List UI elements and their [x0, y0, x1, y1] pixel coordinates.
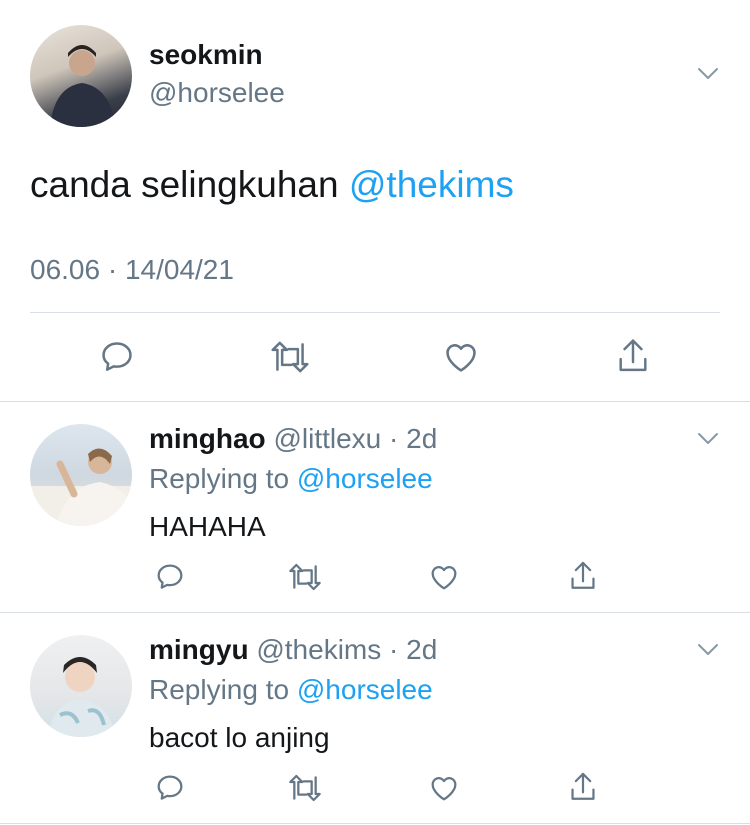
retweet-button[interactable]	[268, 337, 312, 377]
reply-header: mingyu @thekims · 2d	[149, 634, 437, 666]
reply-button[interactable]	[152, 770, 188, 806]
replying-to: Replying to @horselee	[149, 674, 433, 706]
divider	[30, 312, 720, 313]
like-button[interactable]	[441, 337, 481, 377]
tweet-text: canda selingkuhan @thekims	[30, 164, 514, 206]
replying-label: Replying to	[149, 463, 297, 494]
reply-header: minghao @littlexu · 2d	[149, 423, 437, 455]
reply-button[interactable]	[152, 559, 188, 595]
avatar[interactable]	[30, 25, 132, 127]
like-button[interactable]	[426, 770, 462, 806]
mention-link[interactable]: @horselee	[297, 463, 433, 494]
chevron-down-icon[interactable]	[697, 643, 719, 657]
retweet-icon	[268, 338, 312, 376]
chevron-down-icon[interactable]	[697, 432, 719, 446]
display-name[interactable]: minghao	[149, 423, 266, 454]
user-handle[interactable]: @thekims	[256, 634, 381, 665]
display-name[interactable]: mingyu	[149, 634, 249, 665]
like-button[interactable]	[426, 559, 462, 595]
like-icon	[428, 561, 460, 593]
reply-tweet[interactable]: minghao @littlexu · 2d Replying to @hors…	[0, 402, 750, 612]
reply-text: HAHAHA	[149, 511, 266, 542]
retweet-icon	[286, 772, 324, 804]
chevron-down-icon[interactable]	[697, 67, 719, 81]
mention-link[interactable]: @horselee	[297, 674, 433, 705]
retweet-icon	[286, 561, 324, 593]
share-icon	[614, 336, 652, 376]
reply-icon	[98, 338, 136, 376]
share-button[interactable]	[565, 768, 601, 806]
main-tweet: seokmin @horselee canda selingkuhan @the…	[0, 0, 750, 402]
share-icon	[567, 770, 599, 804]
replying-label: Replying to	[149, 674, 297, 705]
like-icon	[442, 338, 480, 376]
share-icon	[567, 559, 599, 593]
retweet-button[interactable]	[285, 770, 325, 806]
avatar[interactable]	[30, 635, 132, 737]
user-handle[interactable]: @littlexu	[273, 423, 381, 454]
reply-tweet[interactable]: mingyu @thekims · 2d Replying to @horsel…	[0, 613, 750, 825]
share-button[interactable]	[613, 335, 653, 377]
user-handle[interactable]: @horselee	[149, 77, 285, 109]
display-name[interactable]: seokmin	[149, 39, 263, 71]
reply-time: · 2d	[381, 423, 438, 454]
share-button[interactable]	[565, 557, 601, 595]
reply-text: bacot lo anjing	[149, 722, 330, 753]
reply-button[interactable]	[97, 337, 137, 377]
divider	[0, 823, 750, 824]
tweet-body: canda selingkuhan	[30, 164, 349, 205]
mention-link[interactable]: @thekims	[349, 164, 514, 205]
tweet-timestamp: 06.06 · 14/04/21	[30, 254, 234, 285]
replying-to: Replying to @horselee	[149, 463, 433, 495]
reply-time: · 2d	[381, 634, 438, 665]
reply-icon	[154, 561, 186, 593]
retweet-button[interactable]	[285, 559, 325, 595]
avatar[interactable]	[30, 424, 132, 526]
reply-icon	[154, 772, 186, 804]
like-icon	[428, 772, 460, 804]
